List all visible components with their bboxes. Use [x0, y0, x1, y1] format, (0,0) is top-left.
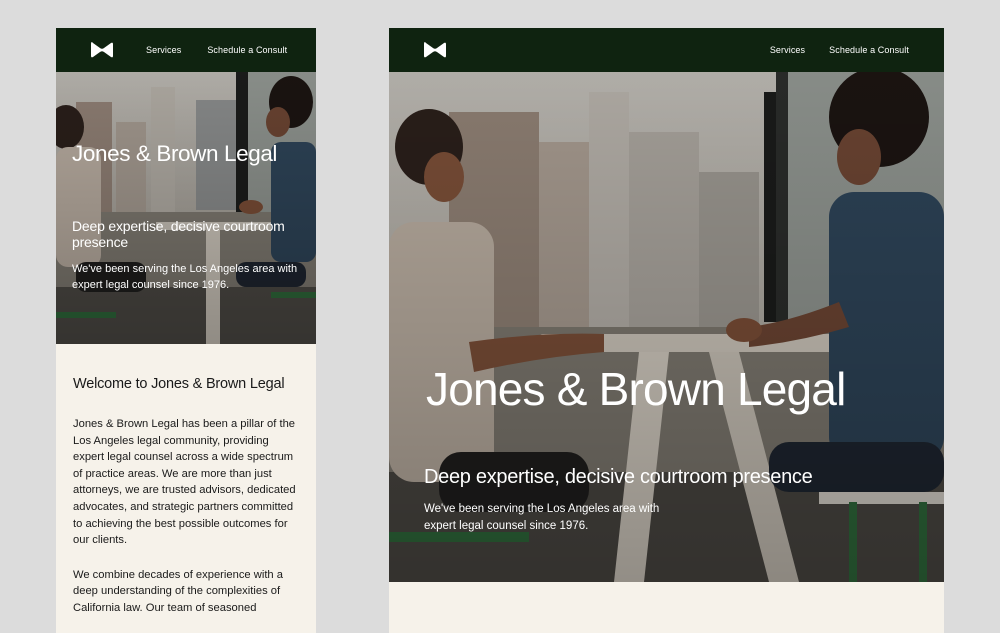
- desktop-nav-links: Services Schedule a Consult: [770, 28, 909, 72]
- welcome-heading: Welcome to Jones & Brown Legal: [73, 376, 285, 392]
- desktop-content-section: [389, 582, 944, 633]
- mobile-nav-links: Services Schedule a Consult: [146, 28, 287, 72]
- mobile-nav-bar: Services Schedule a Consult: [56, 28, 316, 72]
- desktop-hero: Jones & Brown Legal Deep expertise, deci…: [389, 72, 944, 582]
- mobile-hero: Jones & Brown Legal Deep expertise, deci…: [56, 72, 316, 344]
- bowtie-logo-icon[interactable]: [423, 41, 447, 59]
- hero-subtitle: Deep expertise, decisive courtroom prese…: [424, 466, 813, 488]
- mobile-content-section: Welcome to Jones & Brown Legal Jones & B…: [56, 344, 316, 633]
- nav-services-link[interactable]: Services: [146, 45, 181, 55]
- intro-paragraph: Jones & Brown Legal has been a pillar of…: [73, 418, 296, 547]
- hero-body-text: We've been serving the Los Angeles area …: [72, 263, 298, 291]
- bowtie-logo-icon[interactable]: [90, 41, 114, 59]
- hero-title: Jones & Brown Legal: [426, 363, 846, 415]
- mobile-preview-frame: Services Schedule a Consult Jones & Brow…: [56, 28, 316, 633]
- desktop-nav-bar: Services Schedule a Consult: [389, 28, 944, 72]
- hero-subtitle: Deep expertise, decisive courtroom prese…: [72, 218, 285, 250]
- experience-paragraph: We combine decades of experience with a …: [73, 568, 283, 614]
- nav-schedule-consult-link[interactable]: Schedule a Consult: [207, 45, 287, 55]
- hero-title: Jones & Brown Legal: [72, 141, 278, 166]
- nav-services-link[interactable]: Services: [770, 45, 805, 55]
- desktop-preview-frame: Services Schedule a Consult Jones & Brow…: [389, 28, 944, 633]
- nav-schedule-consult-link[interactable]: Schedule a Consult: [829, 45, 909, 55]
- hero-overlay: [56, 72, 316, 344]
- hero-body-text: We've been serving the Los Angeles area …: [424, 503, 660, 532]
